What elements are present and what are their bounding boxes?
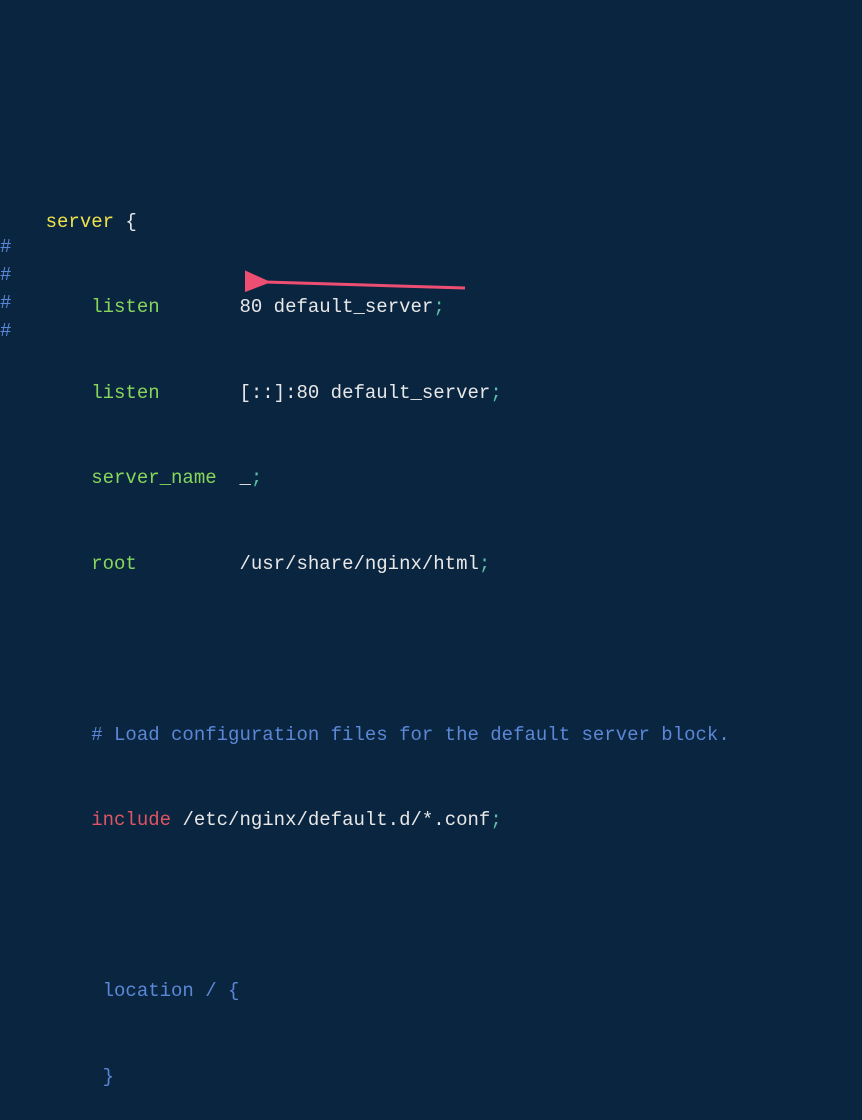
semicolon: ; bbox=[490, 382, 501, 404]
value: [::]:80 default_server bbox=[239, 382, 490, 404]
brace-open: { bbox=[114, 211, 137, 233]
commented-brace: } bbox=[91, 1066, 114, 1088]
value: /usr/share/nginx/html bbox=[239, 553, 478, 575]
directive-listen: listen bbox=[91, 382, 159, 404]
code-line-1: server { bbox=[0, 208, 862, 237]
value: /etc/nginx/default.d/*.conf bbox=[171, 809, 490, 831]
comment: # Load configuration files for the defau… bbox=[91, 724, 730, 746]
spacer bbox=[217, 467, 240, 489]
gutter-hash-2: # bbox=[0, 261, 11, 290]
code-line-4: server_name _; bbox=[0, 464, 862, 493]
commented-location: location / { bbox=[91, 980, 239, 1002]
blank-line bbox=[0, 892, 862, 921]
code-line-3: listen [::]:80 default_server; bbox=[0, 379, 862, 408]
code-block: # # # # server { listen 80 default_serve… bbox=[0, 8, 862, 1120]
code-line-5: root /usr/share/nginx/html; bbox=[0, 550, 862, 579]
gutter-hash-1: # bbox=[0, 233, 11, 262]
blank-line bbox=[0, 635, 862, 664]
semicolon: ; bbox=[490, 809, 501, 831]
value: _ bbox=[239, 467, 250, 489]
directive-include: include bbox=[91, 809, 171, 831]
gutter-hash-3: # bbox=[0, 289, 11, 318]
code-line-6: # Load configuration files for the defau… bbox=[0, 721, 862, 750]
directive-server-name: server_name bbox=[91, 467, 216, 489]
spacer bbox=[160, 382, 240, 404]
directive-root: root bbox=[91, 553, 137, 575]
code-line-8: location / { bbox=[0, 977, 862, 1006]
spacer bbox=[137, 553, 240, 575]
keyword-server: server bbox=[46, 211, 114, 233]
spacer bbox=[160, 296, 240, 318]
directive-listen: listen bbox=[91, 296, 159, 318]
semicolon: ; bbox=[251, 467, 262, 489]
semicolon: ; bbox=[479, 553, 490, 575]
code-line-7: include /etc/nginx/default.d/*.conf; bbox=[0, 806, 862, 835]
code-line-9: } bbox=[0, 1063, 862, 1092]
gutter-hash-4: # bbox=[0, 317, 11, 346]
arrow-icon bbox=[245, 270, 475, 320]
